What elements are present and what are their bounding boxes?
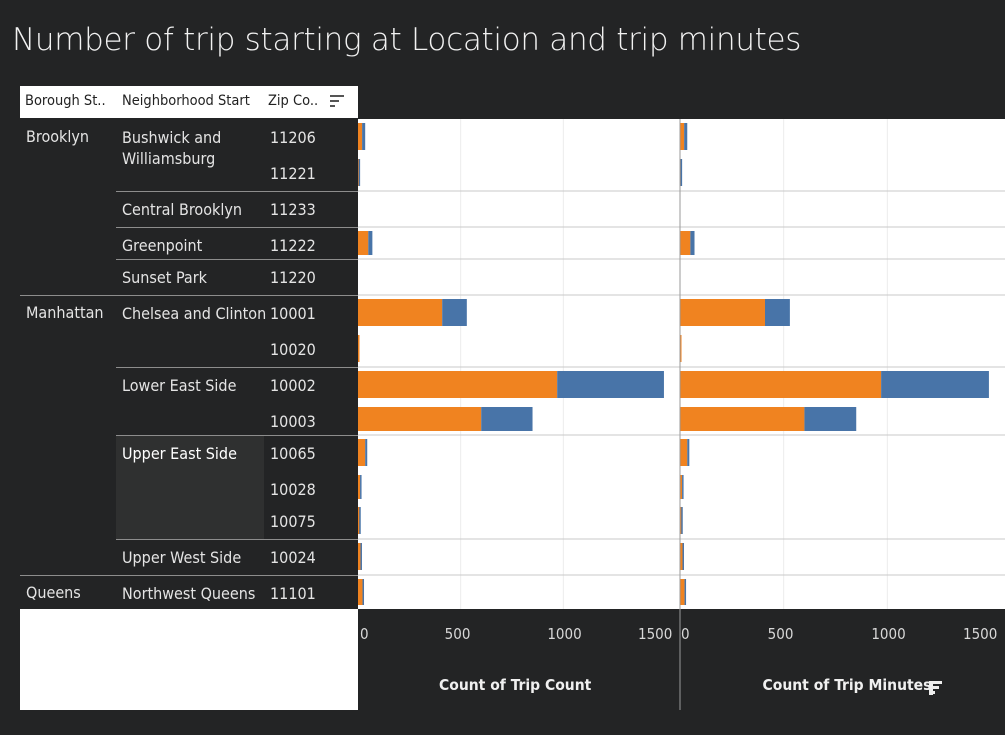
bar-orange (358, 335, 360, 362)
bar-orange (680, 231, 691, 255)
bar-orange (358, 371, 558, 398)
bar-blue (358, 159, 361, 186)
bar-chart-area (358, 119, 1005, 710)
bar-orange (680, 371, 882, 398)
axis-tick-label: 0 (360, 625, 369, 643)
bar-orange (358, 123, 363, 150)
bar-blue (359, 507, 361, 534)
x-axis-title: Count of Trip Count (439, 676, 592, 694)
bar-orange (680, 299, 766, 326)
bar-orange (358, 299, 443, 326)
axis-tick-label: 500 (767, 625, 794, 643)
bar-orange (680, 123, 685, 150)
bar-orange (358, 407, 482, 431)
bar-blue (481, 407, 533, 431)
bar-blue (684, 579, 687, 605)
bar-blue (682, 475, 684, 499)
bar-blue (365, 439, 368, 466)
bar-blue (765, 299, 790, 326)
bar-orange (358, 439, 366, 466)
x-axis-title: Count of Trip Minutes (762, 676, 932, 694)
bar-blue (557, 371, 664, 398)
plot-panel-1 (358, 119, 680, 609)
bar-blue (368, 231, 373, 255)
bar-orange (680, 579, 685, 605)
bar-blue (684, 123, 688, 150)
bar-blue (362, 123, 366, 150)
axis-tick-label: 1500 (638, 625, 673, 643)
bar-blue (682, 543, 684, 570)
bar-blue (680, 159, 683, 186)
bar-orange (680, 439, 688, 466)
bar-blue (690, 231, 695, 255)
bar-orange (358, 231, 369, 255)
axis-tick-label: 1000 (547, 625, 582, 643)
bar-blue (360, 475, 362, 499)
bar-blue (881, 371, 989, 398)
axis-tick-label: 0 (681, 625, 690, 643)
axis-tick-label: 1500 (963, 625, 998, 643)
bar-blue (804, 407, 857, 431)
plot-panel-2 (680, 119, 1005, 609)
bar-blue (362, 579, 365, 605)
bar-blue (442, 299, 467, 326)
bar-orange (680, 407, 805, 431)
bar-orange (358, 543, 361, 570)
axis-tick-label: 1000 (871, 625, 906, 643)
bar-blue (687, 439, 690, 466)
bar-blue (360, 543, 362, 570)
bar-orange (358, 579, 363, 605)
bar-orange (358, 475, 361, 499)
axis-tick-label: 500 (444, 625, 471, 643)
sort-icon[interactable] (928, 680, 943, 699)
bar-blue (681, 507, 683, 534)
